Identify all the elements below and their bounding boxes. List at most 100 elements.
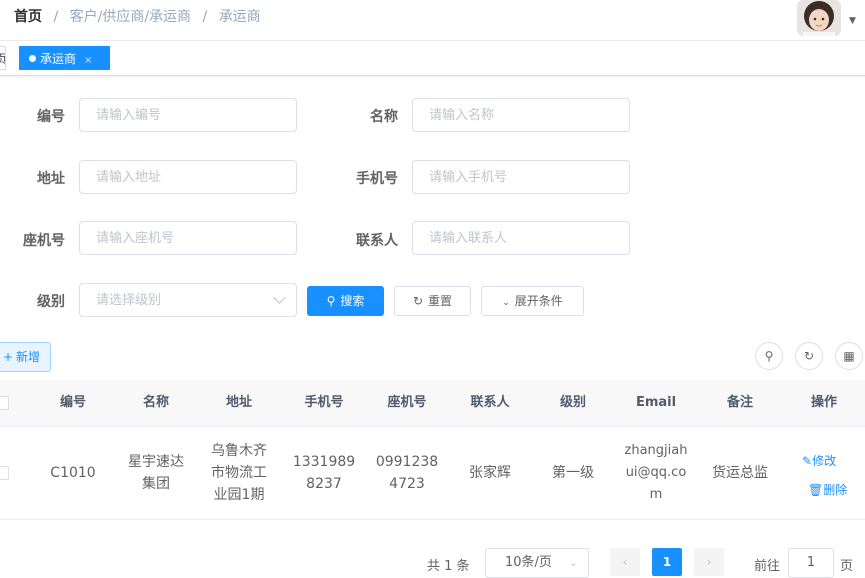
col-address[interactable]: 地址	[204, 380, 274, 426]
cell-mobile: 1331989 8237	[284, 427, 364, 519]
row-checkbox[interactable]	[0, 466, 9, 480]
label-mobile: 手机号	[356, 171, 398, 187]
cell-text: 4723	[389, 476, 425, 492]
page-number-active[interactable]: 1	[652, 548, 682, 576]
landline-input[interactable]	[80, 222, 276, 254]
toggle-search-button[interactable]: ⚲	[755, 342, 783, 370]
tag-active[interactable]: 承运商 ×	[19, 46, 110, 70]
cell-text: 市物流工	[211, 465, 267, 481]
search-icon: ⚲	[326, 294, 336, 308]
chevron-down-icon: ⌄	[502, 298, 510, 308]
mobile-input[interactable]	[413, 161, 609, 193]
breadcrumb-current: 承运商	[218, 9, 261, 25]
caret-down-icon[interactable]: ▼	[849, 16, 856, 26]
edit-link-label: 修改	[812, 454, 837, 468]
cell-text: 乌鲁木齐	[211, 443, 267, 459]
cell-remark-text: 货运总监	[712, 465, 768, 481]
prev-page-button[interactable]: ‹	[610, 548, 640, 576]
dot-icon	[29, 55, 36, 62]
goto-page-input[interactable]: 1	[788, 548, 834, 578]
contact-input[interactable]	[413, 222, 609, 254]
chevron-left-icon: ‹	[622, 555, 628, 569]
delete-link[interactable]: 🗑删除	[808, 479, 847, 498]
breadcrumb: 首页 / 客户/供应商/承运商 / 承运商	[14, 6, 261, 26]
reset-button[interactable]: ↻ 重置	[394, 286, 471, 316]
col-contact[interactable]: 联系人	[455, 380, 525, 426]
cell-text: 0991238	[375, 454, 439, 470]
cell-code-text: C1010	[50, 465, 96, 481]
level-select-input[interactable]	[80, 284, 276, 316]
breadcrumb-parent[interactable]: 客户/供应商/承运商	[70, 9, 191, 25]
pagination-total: 共 1 条	[427, 559, 470, 574]
col-landline[interactable]: 座机号	[371, 380, 443, 426]
refresh-icon: ↻	[412, 294, 424, 308]
cell-level-text: 第一级	[552, 465, 594, 481]
trash-icon: 🗑	[808, 483, 824, 497]
col-name[interactable]: 名称	[121, 380, 191, 426]
goto-prefix: 前往	[754, 559, 781, 574]
landline-field[interactable]	[79, 221, 297, 255]
refresh-button[interactable]: ↻	[795, 342, 823, 370]
add-button[interactable]: + 新增	[0, 342, 51, 372]
label-level: 级别	[37, 294, 65, 310]
cell-level: 第一级	[538, 427, 608, 519]
label-contact: 联系人	[356, 233, 398, 249]
search-button-label: 搜索	[340, 294, 365, 308]
chevron-down-icon: ⌄	[568, 556, 578, 569]
page-size-select[interactable]: 10条/页 ⌄	[485, 548, 589, 578]
close-icon[interactable]: ×	[84, 55, 92, 66]
cell-text: 业园1期	[213, 487, 265, 503]
col-mobile[interactable]: 手机号	[288, 380, 360, 426]
breadcrumb-separator: /	[53, 9, 59, 25]
breadcrumb-home[interactable]: 首页	[14, 9, 42, 25]
col-code[interactable]: 编号	[38, 380, 108, 426]
col-remark[interactable]: 备注	[705, 380, 775, 426]
delete-link-label: 删除	[823, 483, 848, 497]
next-page-button[interactable]: ›	[694, 548, 724, 576]
goto-suffix: 页	[840, 559, 854, 574]
edit-icon: ✎	[802, 454, 813, 468]
cell-text: 8237	[306, 476, 342, 492]
cell-name: 星宇速达 集团	[116, 427, 196, 519]
search-icon: ⚲	[764, 349, 774, 363]
cell-text: 集团	[142, 476, 170, 492]
cell-email: zhangjiah ui@qq.co m	[614, 427, 698, 519]
cell-code: C1010	[38, 427, 108, 519]
mobile-field[interactable]	[412, 160, 630, 194]
breadcrumb-separator: /	[202, 9, 208, 25]
col-actions: 操作	[810, 395, 837, 410]
cell-contact: 张家辉	[455, 427, 525, 519]
col-email[interactable]: Email	[620, 380, 692, 426]
chevron-right-icon: ›	[706, 555, 712, 569]
label-address: 地址	[37, 171, 65, 187]
tag-home[interactable]: 页	[0, 46, 6, 70]
search-button[interactable]: ⚲ 搜索	[307, 286, 384, 316]
address-field[interactable]	[79, 160, 297, 194]
label-code: 编号	[37, 109, 65, 125]
plus-icon: +	[2, 350, 14, 364]
name-field[interactable]	[412, 98, 630, 132]
address-input[interactable]	[80, 161, 276, 193]
columns-button[interactable]: ▦	[835, 342, 863, 370]
cell-contact-text: 张家辉	[469, 465, 511, 481]
cell-text: zhangjiah	[624, 443, 688, 458]
name-input[interactable]	[413, 99, 609, 131]
tag-home-label: 页	[0, 52, 5, 66]
grid-icon: ▦	[843, 349, 855, 363]
refresh-icon: ↻	[803, 349, 815, 363]
cell-text: m	[649, 487, 663, 502]
edit-link[interactable]: ✎修改	[802, 450, 836, 469]
avatar[interactable]	[797, 0, 841, 36]
contact-field[interactable]	[412, 221, 630, 255]
level-select[interactable]	[79, 283, 297, 317]
code-input[interactable]	[80, 99, 276, 131]
select-all-checkbox[interactable]	[0, 396, 9, 410]
cell-landline: 0991238 4723	[367, 427, 447, 519]
code-field[interactable]	[79, 98, 297, 132]
col-level[interactable]: 级别	[538, 380, 608, 426]
label-name: 名称	[370, 109, 398, 125]
add-button-label: 新增	[16, 350, 41, 364]
tag-active-label: 承运商	[40, 52, 77, 66]
expand-conditions-button[interactable]: ⌄ 展开条件	[481, 286, 584, 316]
reset-button-label: 重置	[428, 294, 453, 308]
